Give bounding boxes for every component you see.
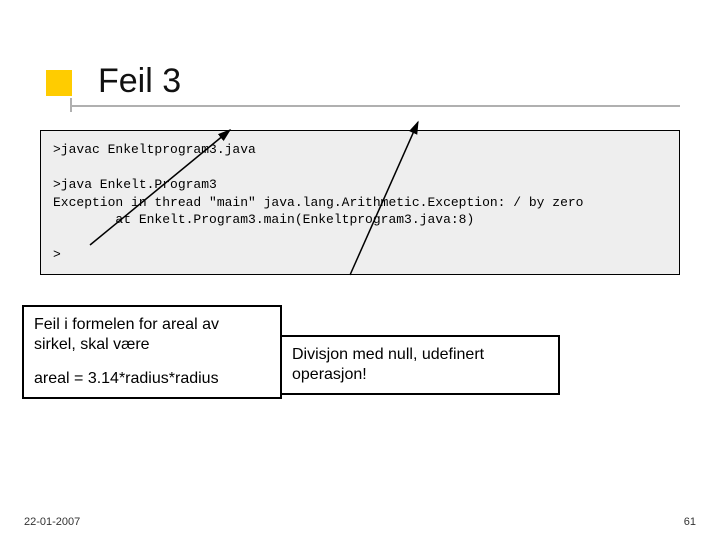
title-underline <box>70 105 680 107</box>
title-bullet <box>46 70 72 96</box>
callout-text: sirkel, skal være <box>34 335 270 355</box>
code-terminal-output: >javac Enkeltprogram3.java >java Enkelt.… <box>40 130 680 275</box>
callout-formula-fix: Feil i formelen for areal av sirkel, ska… <box>22 305 282 399</box>
title-row: Feil 3 <box>40 40 680 110</box>
slide-title: Feil 3 <box>98 62 181 101</box>
callout-text: operasjon! <box>292 365 548 385</box>
callout-div-zero: Divisjon med null, udefinert operasjon! <box>280 335 560 395</box>
callout-text: Feil i formelen for areal av <box>34 315 270 335</box>
callout-text: areal = 3.14*radius*radius <box>34 369 270 389</box>
footer-page-number: 61 <box>684 516 696 528</box>
footer: 22-01-2007 61 <box>24 516 696 528</box>
callout-text: Divisjon med null, udefinert <box>292 345 548 365</box>
footer-date: 22-01-2007 <box>24 516 80 528</box>
